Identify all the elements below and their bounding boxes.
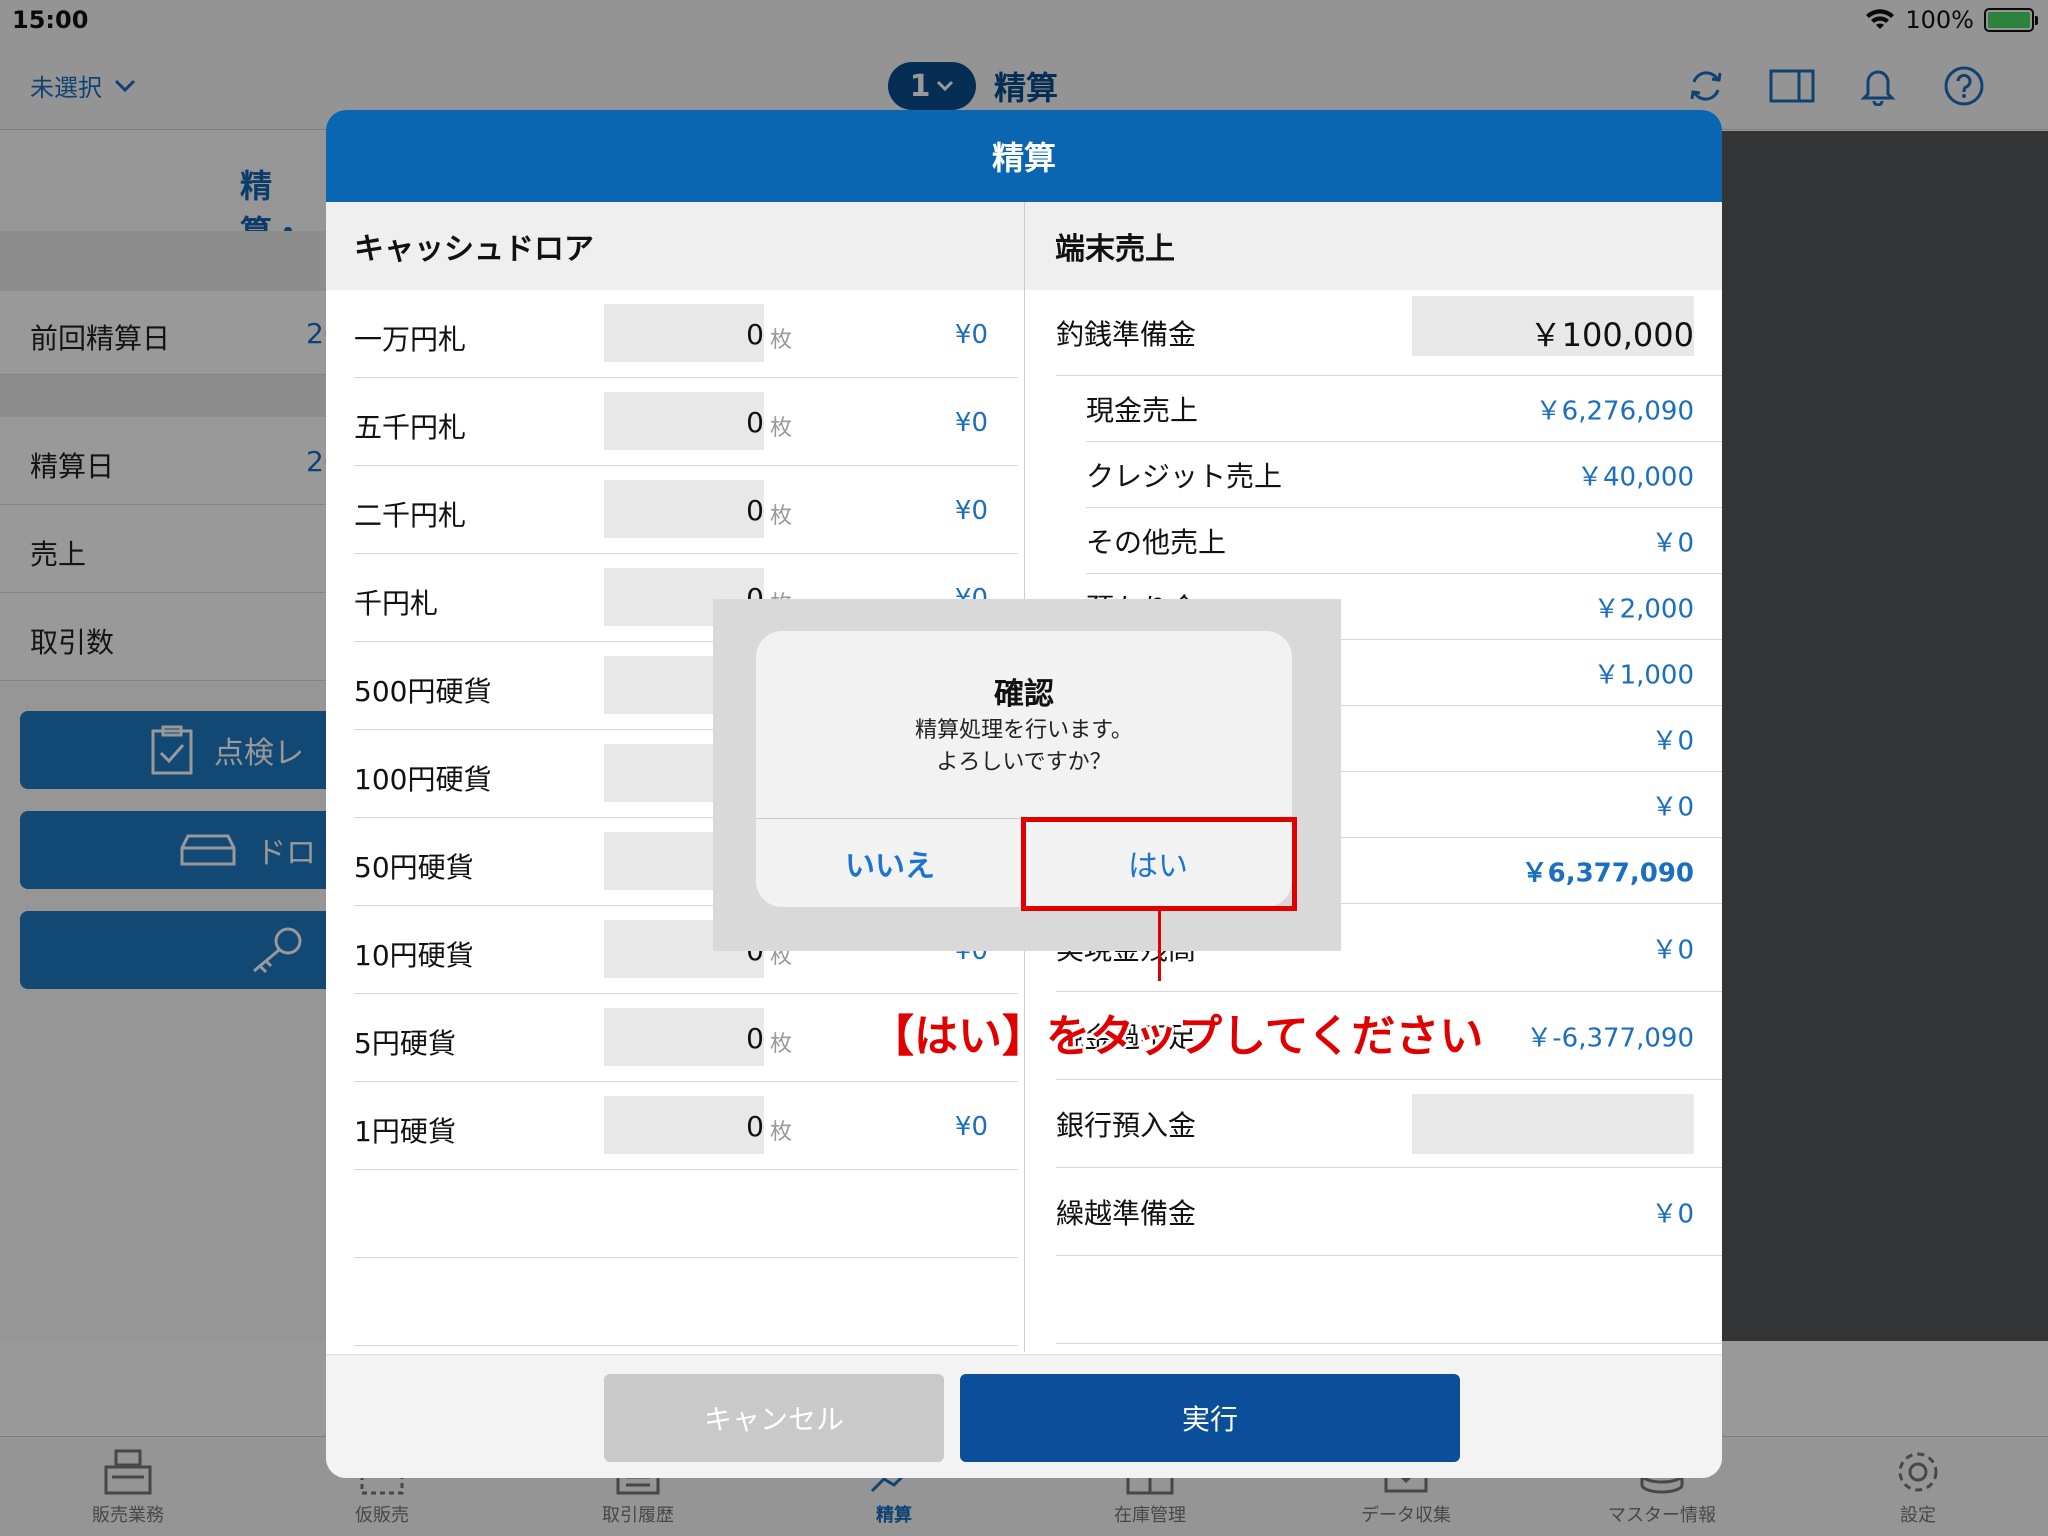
count-value: 0 xyxy=(746,318,764,351)
yes-button-highlight xyxy=(1021,817,1297,911)
alert-message: 精算処理を行います。 よろしいですか？ xyxy=(756,715,1292,779)
sales-amount: ￥1,000 xyxy=(1593,660,1694,690)
bank-deposit-row: 銀行預入金 xyxy=(1056,1080,1722,1168)
sales-label: 現金売上 xyxy=(1086,393,1199,427)
count-value: 0 xyxy=(746,406,764,439)
float-value: ￥100,000 xyxy=(1529,315,1694,354)
denomination-amount: ¥0 xyxy=(954,1112,988,1142)
alert-message-line: 精算処理を行います。 xyxy=(915,718,1133,743)
denomination-label: 千円札 xyxy=(354,587,439,620)
denomination-label: 一万円札 xyxy=(354,323,467,356)
count-unit: 枚 xyxy=(770,1032,793,1057)
cash-row: 1円硬貨 0 枚 ¥0 xyxy=(354,1082,1018,1170)
sales-label: クレジット売上 xyxy=(1086,459,1283,493)
cancel-button[interactable]: キャンセル xyxy=(604,1374,944,1462)
sales-row: クレジット売上 ￥40,000 xyxy=(1086,442,1722,508)
denomination-label: 五千円札 xyxy=(354,411,467,444)
bank-deposit-label: 銀行預入金 xyxy=(1056,1108,1197,1142)
sales-amount: ￥0 xyxy=(1651,726,1694,756)
count-value: 0 xyxy=(746,1110,764,1143)
carry-over-amount: ￥0 xyxy=(1651,1199,1694,1229)
cash-drawer-heading: キャッシュドロア xyxy=(326,202,1024,290)
denomination-label: 10円硬貨 xyxy=(354,939,474,972)
sales-amount: ￥0 xyxy=(1651,792,1694,822)
terminal-sales-heading: 端末売上 xyxy=(1025,202,1722,290)
cash-diff-amount: ￥-6,377,090 xyxy=(1526,1023,1694,1053)
cash-row: 一万円札 0 枚 ¥0 xyxy=(354,290,1018,378)
count-unit: 枚 xyxy=(770,504,793,529)
denomination-label: 100円硬貨 xyxy=(354,763,492,796)
modal-footer: キャンセル 実行 xyxy=(326,1354,1722,1478)
sales-row: その他売上 ￥0 xyxy=(1086,508,1722,574)
alert-message-line: よろしいですか？ xyxy=(936,750,1112,775)
modal-title: 精算 xyxy=(326,110,1722,202)
no-button[interactable]: いいえ xyxy=(756,819,1024,907)
float-row: 釣銭準備金 ￥100,000 xyxy=(1056,290,1722,376)
denomination-label: 1円硬貨 xyxy=(354,1115,456,1148)
cash-row: 五千円札 0 枚 ¥0 xyxy=(354,378,1018,466)
denomination-label: 5円硬貨 xyxy=(354,1027,456,1060)
sales-amount: ￥6,276,090 xyxy=(1535,396,1694,426)
denomination-amount: ¥0 xyxy=(954,408,988,438)
carry-over-row: 繰越準備金 ￥0 xyxy=(1056,1168,1722,1256)
carry-over-label: 繰越準備金 xyxy=(1056,1196,1197,1230)
sales-amount: ￥0 xyxy=(1651,528,1694,558)
sales-total-amount: ￥6,377,090 xyxy=(1521,858,1694,888)
bank-deposit-input[interactable] xyxy=(1412,1094,1694,1154)
denomination-amount: ¥0 xyxy=(954,496,988,526)
callout-pointer xyxy=(1158,911,1161,981)
count-value: 0 xyxy=(746,494,764,527)
float-label: 釣銭準備金 xyxy=(1056,317,1197,351)
denomination-label: 50円硬貨 xyxy=(354,851,474,884)
count-unit: 枚 xyxy=(770,328,793,353)
count-unit: 枚 xyxy=(770,1120,793,1145)
sales-amount: ￥2,000 xyxy=(1593,594,1694,624)
alert-title: 確認 xyxy=(994,677,1054,712)
cash-row: 二千円札 0 枚 ¥0 xyxy=(354,466,1018,554)
sales-amount: ￥40,000 xyxy=(1577,462,1694,492)
count-unit: 枚 xyxy=(770,416,793,441)
denomination-label: 500円硬貨 xyxy=(354,675,492,708)
denomination-label: 二千円札 xyxy=(354,499,467,532)
sales-label: その他売上 xyxy=(1086,525,1227,559)
sales-row: 現金売上 ￥6,276,090 xyxy=(1086,376,1722,442)
denomination-amount: ¥0 xyxy=(954,320,988,350)
cash-row-empty xyxy=(354,1170,1018,1258)
actual-cash-amount: ￥0 xyxy=(1651,935,1694,965)
execute-button[interactable]: 実行 xyxy=(960,1374,1460,1462)
cash-row-empty xyxy=(354,1258,1018,1346)
tap-instruction: 【はい】をタップしてください xyxy=(870,1011,1484,1062)
sales-row-empty xyxy=(1056,1256,1722,1344)
count-value: 0 xyxy=(746,1022,764,1055)
